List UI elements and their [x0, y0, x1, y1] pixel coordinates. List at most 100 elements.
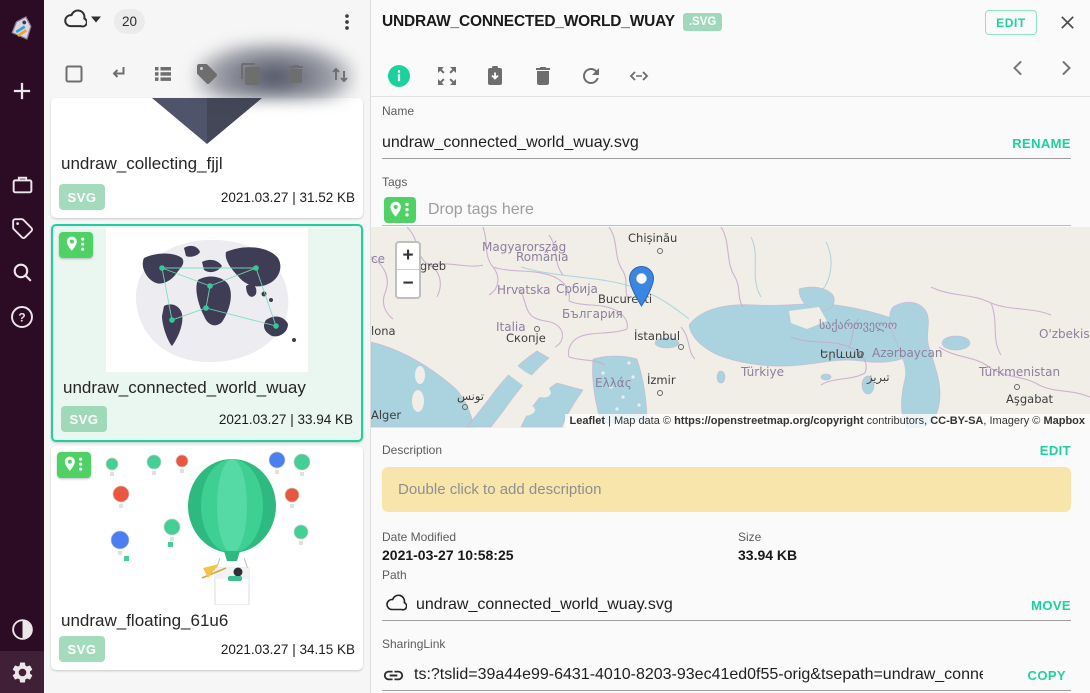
geo-map[interactable]: ceMagyarországChișinăuZagrebRomâniaHrvat…: [371, 227, 1090, 428]
search-button[interactable]: [0, 254, 44, 290]
file-card-selected[interactable]: undraw_connected_world_wuay SVG 2021.03.…: [51, 224, 363, 442]
fullscreen-button[interactable]: [435, 64, 459, 88]
zoom-in-button[interactable]: +: [397, 243, 419, 270]
file-list-toolbar: [44, 56, 370, 92]
settings-button[interactable]: [0, 654, 44, 690]
file-tag-menu-badge[interactable]: [59, 232, 93, 258]
description-area[interactable]: Double click to add description: [382, 467, 1071, 512]
map-town-ring: [657, 248, 663, 254]
map-label: Hrvatska: [497, 283, 550, 297]
sharing-link-label: SharingLink: [382, 637, 445, 651]
file-type-badge[interactable]: SVG: [61, 406, 107, 432]
tags-placeholder: Drop tags here: [428, 195, 534, 224]
app-sidebar: ?: [0, 0, 44, 693]
file-type-badge[interactable]: SVG: [59, 184, 105, 210]
map-label: Србија: [556, 282, 598, 296]
file-thumbnail-cube: [127, 98, 287, 148]
tagspaces-logo[interactable]: [0, 13, 44, 49]
location-pin-menu-icon: [63, 235, 89, 255]
location-selector[interactable]: [60, 8, 101, 30]
map-town-ring: [657, 390, 663, 396]
map-attribution: Leaflet | Map data © https://openstreetm…: [565, 414, 1090, 428]
map-town-ring: [858, 351, 864, 357]
sort-button[interactable]: [328, 62, 352, 86]
file-meta: 2021.03.27 | 34.15 KB: [221, 642, 355, 657]
briefcase-icon: [10, 172, 35, 197]
description-placeholder: Double click to add description: [398, 481, 601, 498]
previous-file-button[interactable]: [1006, 56, 1030, 80]
map-label: ce: [371, 252, 385, 266]
file-title: UNDRAW_CONNECTED_WORLD_WUAY: [382, 13, 675, 31]
chevron-right-icon: [1054, 56, 1078, 80]
date-modified-value: 2021-03-27 10:58:25: [382, 547, 514, 563]
map-label: lona: [371, 324, 396, 338]
tag-location-badge[interactable]: [384, 197, 416, 223]
map-label: Türkmenistan: [979, 365, 1060, 379]
help-button[interactable]: ?: [0, 299, 44, 335]
file-thumbnail-balloons: [104, 450, 310, 605]
tags-button[interactable]: [0, 210, 44, 246]
delete-files-button[interactable]: [284, 62, 308, 86]
name-field[interactable]: undraw_connected_world_wuay.svg RENAME: [382, 128, 1071, 159]
map-label: Türkiye: [741, 365, 784, 379]
next-file-button[interactable]: [1054, 56, 1078, 80]
size-label: Size: [738, 530, 761, 544]
file-list-header: 20: [44, 0, 370, 44]
file-list-menu-button[interactable]: [336, 11, 358, 33]
license-text: CC-BY-SA: [930, 415, 983, 427]
path-field[interactable]: undraw_connected_world_wuay.svg MOVE: [382, 589, 1071, 621]
list-view-button[interactable]: [151, 62, 175, 86]
map-label: Alger: [371, 408, 401, 422]
tags-label: Tags: [382, 175, 407, 189]
path-value[interactable]: undraw_connected_world_wuay.svg: [416, 589, 991, 621]
leaflet-link[interactable]: Leaflet: [570, 415, 605, 427]
reload-button[interactable]: [579, 64, 603, 88]
file-card[interactable]: undraw_collecting_fjjl SVG 2021.03.27 | …: [51, 98, 363, 218]
sharing-link-value[interactable]: ts:?tslid=39a44e99-6431-4010-8203-93ec41…: [414, 659, 983, 690]
file-meta: 2021.03.27 | 31.52 KB: [221, 190, 355, 205]
select-all-button[interactable]: [62, 62, 86, 86]
map-marker-pin[interactable]: [629, 266, 654, 307]
save-archive-button[interactable]: [483, 64, 507, 88]
name-label: Name: [382, 104, 414, 118]
sharing-link-field[interactable]: ts:?tslid=39a44e99-6431-4010-8203-93ec41…: [382, 659, 1071, 691]
file-tag-menu-badge[interactable]: [57, 452, 91, 478]
file-type-badge[interactable]: SVG: [59, 636, 105, 662]
entries-count-badge: 20: [114, 9, 145, 34]
move-button[interactable]: MOVE: [1031, 598, 1071, 613]
size-value: 33.94 KB: [738, 547, 797, 563]
close-icon: [1057, 12, 1078, 33]
name-value[interactable]: undraw_connected_world_wuay.svg: [382, 128, 1071, 158]
copy-files-button[interactable]: [239, 62, 263, 86]
svg-text:?: ?: [18, 310, 25, 324]
mapbox-link[interactable]: Mapbox: [1043, 415, 1085, 427]
details-toolbar: [371, 44, 1090, 97]
parent-directory-button[interactable]: [106, 62, 130, 86]
locations-button[interactable]: [0, 166, 44, 202]
zoom-out-button[interactable]: −: [397, 270, 419, 297]
map-town-ring: [678, 344, 684, 350]
theme-toggle-button[interactable]: [0, 611, 44, 647]
map-label: Chișinău: [628, 231, 677, 245]
chevron-left-icon: [1006, 56, 1030, 80]
create-new-button[interactable]: [0, 73, 44, 109]
attribution-text: contributors,: [864, 415, 931, 427]
tags-drop-area[interactable]: Drop tags here: [382, 195, 1071, 226]
file-name: undraw_floating_61u6: [51, 605, 363, 631]
file-meta: 2021.03.27 | 33.94 KB: [219, 412, 353, 427]
tag-files-button[interactable]: [195, 62, 219, 86]
edit-file-button[interactable]: EDIT: [985, 10, 1037, 35]
description-edit-button[interactable]: EDIT: [1040, 443, 1071, 458]
delete-file-button[interactable]: [531, 64, 555, 88]
osm-copyright-link[interactable]: https://openstreetmap.org/copyright: [674, 415, 863, 427]
file-card[interactable]: undraw_floating_61u6 SVG 2021.03.27 | 34…: [51, 446, 363, 670]
close-details-button[interactable]: [1057, 12, 1078, 33]
rename-button[interactable]: RENAME: [1012, 136, 1071, 151]
info-button[interactable]: [387, 64, 411, 88]
attribution-text: , Imagery ©: [983, 415, 1043, 427]
copy-button[interactable]: COPY: [1028, 668, 1066, 683]
map-label: България: [562, 307, 623, 321]
path-label: Path: [382, 568, 407, 582]
search-icon: [10, 260, 35, 285]
custom-properties-button[interactable]: [627, 64, 651, 88]
